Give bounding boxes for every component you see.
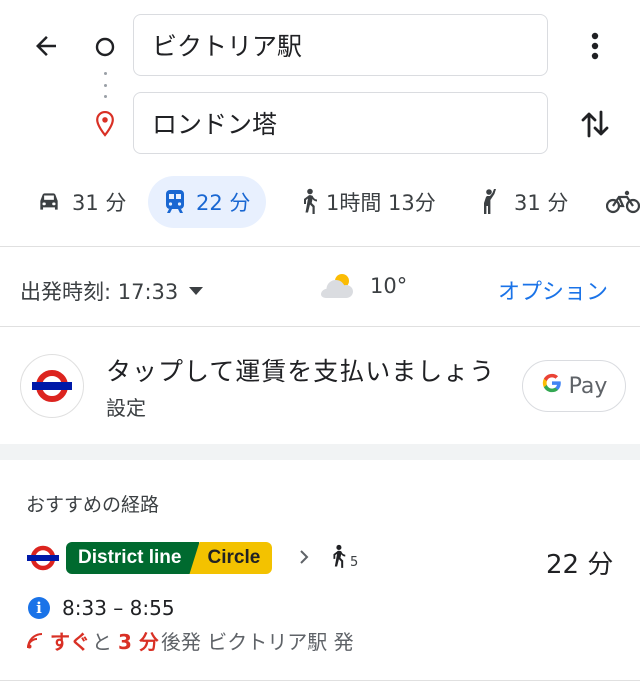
back-button[interactable] [28, 28, 64, 64]
mode-tab-driving[interactable]: 31 分 [36, 176, 126, 228]
chevron-right-icon [298, 546, 310, 571]
info-icon: i [28, 597, 50, 619]
pay-banner-setup-link[interactable]: 設定 [106, 392, 146, 421]
departure-time-label: 出発時刻: 17:33 [20, 280, 179, 304]
mode-tab-cycling[interactable] [606, 176, 640, 228]
partly-cloudy-icon [321, 274, 353, 298]
realtime-signal-icon [27, 632, 43, 648]
origin-circle-icon [94, 36, 116, 58]
gpay-label: Pay [568, 373, 608, 399]
google-g-icon [541, 372, 563, 400]
mode-duration: 31 分 [72, 191, 127, 215]
realtime-minutes: 3 分 [118, 630, 159, 654]
origin-input[interactable]: ビクトリア駅 [133, 14, 548, 76]
mode-tab-walking[interactable]: 1時間 13分 [298, 176, 436, 228]
divider [0, 680, 640, 681]
mode-tab-transit[interactable]: 22 分 [148, 176, 267, 228]
realtime-and: と [92, 630, 112, 654]
route-duration: 22 分 [546, 550, 614, 580]
realtime-soon: すぐ [50, 630, 90, 654]
mode-tab-rideshare[interactable]: 31 分 [480, 176, 568, 228]
walk-icon [298, 188, 320, 216]
google-pay-button[interactable]: Pay [522, 360, 626, 412]
swap-vert-icon [581, 110, 609, 138]
divider [0, 326, 640, 327]
more-options-button[interactable] [580, 26, 610, 66]
temperature: 10° [370, 274, 408, 298]
weather-info: 10° [316, 270, 407, 302]
options-link[interactable]: オプション [498, 274, 608, 306]
destination-input[interactable]: ロンドン塔 [133, 92, 548, 154]
tfl-logo-icon [20, 354, 84, 418]
walk-minutes: 5 [350, 555, 359, 570]
realtime-suffix: 後発 ビクトリア駅 発 [160, 630, 354, 654]
train-icon [164, 189, 186, 215]
arrow-back-icon [36, 36, 56, 56]
route-connector-dots [102, 72, 108, 98]
section-separator [0, 444, 640, 460]
route-lines: District line Circle [26, 542, 273, 574]
section-title-recommended: おすすめの経路 [26, 494, 160, 516]
realtime-departure: すぐ と 3 分 後発 ビクトリア駅 発 [26, 626, 354, 655]
hail-icon [480, 188, 504, 216]
time-range-text: 8:33 – 8:55 [62, 596, 175, 620]
line-badge-district: District line [66, 542, 200, 574]
mode-duration: 1時間 13分 [326, 191, 436, 215]
mode-duration: 22 分 [196, 191, 251, 215]
car-icon [36, 190, 62, 214]
swap-locations-button[interactable] [576, 104, 614, 144]
walk-step: 5 [328, 542, 358, 572]
mode-duration: 31 分 [514, 191, 569, 215]
walk-icon [333, 544, 346, 568]
destination-pin-icon [92, 110, 118, 138]
route-time-range: i 8:33 – 8:55 [28, 596, 175, 620]
more-vert-icon [591, 32, 599, 60]
divider [0, 246, 640, 247]
line-badge-circle: Circle [189, 542, 273, 574]
departure-time-selector[interactable]: 出発時刻: 17:33 [20, 276, 204, 306]
pay-banner-title: タップして運賃を支払いましょう [106, 357, 496, 386]
dropdown-arrow-icon [189, 287, 204, 295]
bike-icon [606, 190, 640, 214]
underground-roundel-icon [27, 545, 59, 571]
